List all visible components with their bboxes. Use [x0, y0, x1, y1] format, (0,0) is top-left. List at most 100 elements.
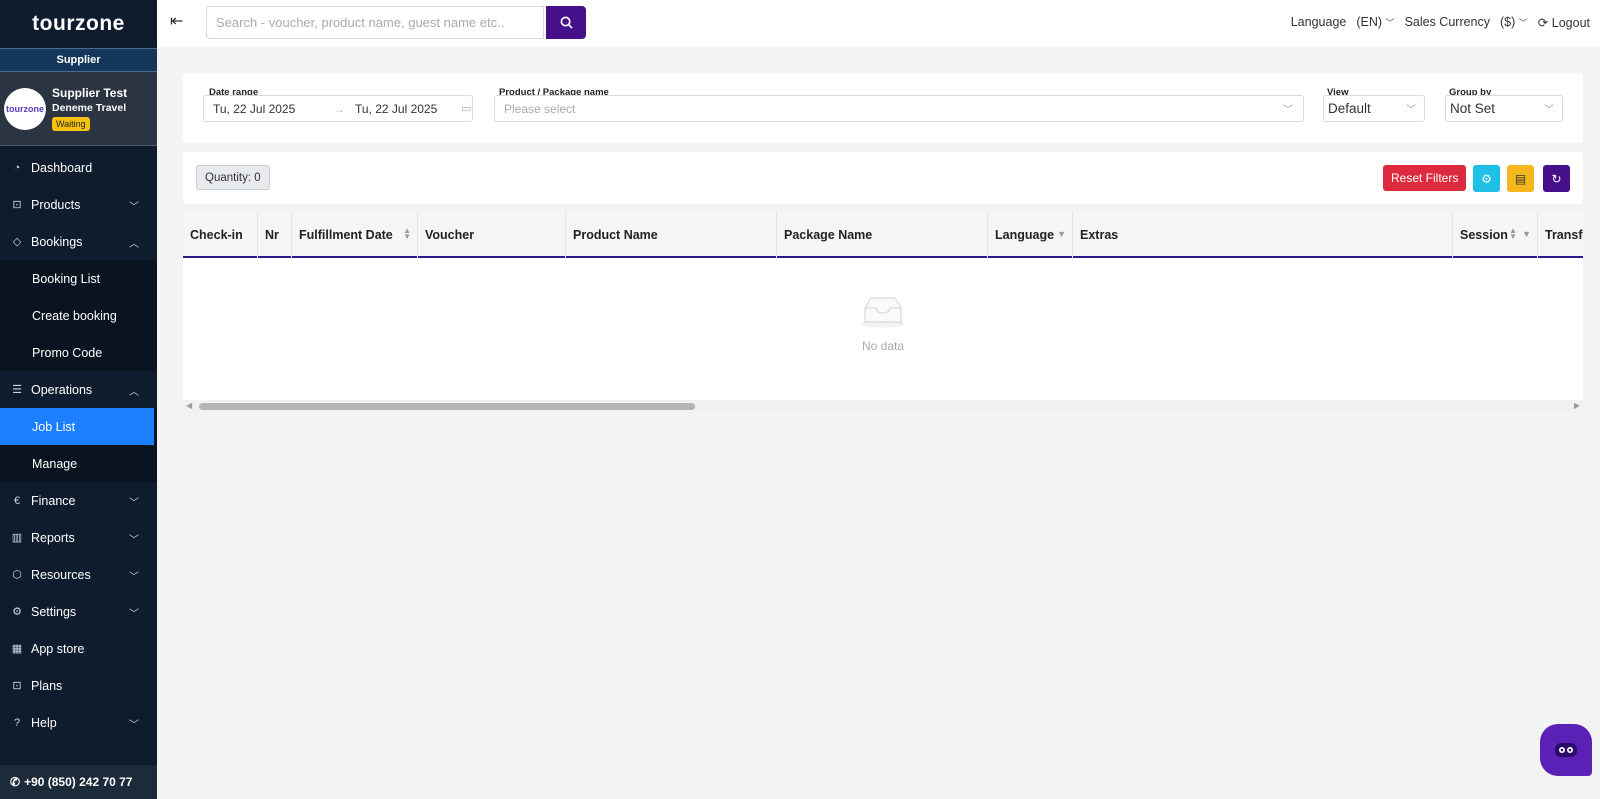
sidebar-item-label: Bookings [31, 234, 83, 249]
scroll-left-icon[interactable]: ◀ [186, 401, 192, 410]
scroll-right-icon[interactable]: ▶ [1574, 401, 1580, 410]
cube-icon: ⬡ [12, 568, 22, 581]
chevron-down-icon: ﹀ [129, 720, 139, 731]
chevron-down-icon: ﹀ [1406, 105, 1416, 116]
support-phone[interactable]: ✆ +90 (850) 242 70 77 [0, 765, 157, 799]
sidebar-item-job-list[interactable]: Job List [0, 408, 154, 445]
language-select[interactable]: (EN) ﹀ [1356, 15, 1394, 30]
horizontal-scrollbar[interactable]: ◀ ▶ [183, 400, 1583, 412]
chevron-down-icon: ﹀ [129, 535, 139, 546]
sidebar-item-label: Reports [31, 530, 75, 545]
chevron-down-icon: ﹀ [129, 572, 139, 583]
sidebar-item-products[interactable]: ⊡ Products ﹀ [0, 186, 157, 223]
logout-label: Logout [1551, 16, 1590, 30]
sidebar-item-booking-list[interactable]: Booking List [0, 260, 157, 297]
profile-company: Deneme Travel [52, 101, 127, 114]
sidebar-item-label: Finance [31, 493, 76, 508]
sidebar-item-label: Resources [31, 567, 91, 582]
column-label: Language [995, 228, 1055, 242]
profile-card[interactable]: tourzone Supplier Test Deneme Travel Wai… [0, 72, 157, 146]
header-actions: Language (EN) ﹀ Sales Currency ($) ﹀ ⟳ L… [1291, 15, 1590, 30]
logout-icon: ⟳ [1537, 16, 1549, 30]
sidebar-item-create-booking[interactable]: Create booking [0, 297, 157, 334]
sidebar-item-promo-code[interactable]: Promo Code [0, 334, 157, 371]
search-input[interactable]: Search - voucher, product name, guest na… [206, 6, 544, 39]
column-header-sortable[interactable]: Fulfillment Date ▲ ▼ [292, 212, 418, 258]
date-from: Tu, 22 Jul 2025 [213, 101, 296, 116]
view-value: Default [1328, 101, 1371, 116]
sidebar-item-label: App store [31, 641, 85, 656]
filter-icon[interactable]: ▼ [1057, 229, 1066, 239]
chevron-down-icon: ﹀ [129, 202, 139, 213]
language-value: (EN) [1356, 15, 1383, 29]
logout-button[interactable]: ⟳ Logout [1538, 15, 1590, 30]
sidebar-item-bookings[interactable]: ◇ Bookings ︿ [0, 223, 157, 260]
search-button[interactable] [546, 6, 586, 39]
column-label: Session [1460, 228, 1508, 242]
sidebar-item-app-store[interactable]: ▦ App store [0, 630, 157, 667]
profile-info: Supplier Test Deneme Travel Waiting [52, 86, 127, 132]
chat-widget-button[interactable] [1540, 724, 1592, 776]
currency-select[interactable]: ($) ﹀ [1500, 15, 1528, 30]
list-icon: ☰ [12, 383, 22, 396]
view-select[interactable]: Default ﹀ [1323, 95, 1425, 122]
scrollbar-thumb[interactable] [199, 403, 695, 410]
sidebar-item-plans[interactable]: ⊡ Plans [0, 667, 157, 704]
column-header[interactable]: Nr [258, 212, 292, 258]
sidebar-item-label: Settings [31, 604, 77, 619]
column-header[interactable]: Package Name [777, 212, 988, 258]
sidebar-item-settings[interactable]: ⚙ Settings ﹀ [0, 593, 157, 630]
chevron-down-icon: ﹀ [1518, 18, 1528, 28]
chatbot-icon [1555, 743, 1577, 757]
sidebar-item-label: Operations [31, 382, 93, 397]
logo[interactable]: tourzone [0, 0, 157, 48]
refresh-button[interactable]: ↻ [1543, 165, 1570, 192]
export-button[interactable]: ▤ [1507, 165, 1534, 192]
sidebar-item-reports[interactable]: ▥ Reports ﹀ [0, 519, 157, 556]
sidebar-item-dashboard[interactable]: ◔ Dashboard [0, 149, 157, 186]
sidebar-item-label: Plans [31, 678, 63, 693]
help-icon: ? [13, 716, 21, 729]
bar-chart-icon: ▥ [11, 531, 23, 544]
gear-icon: ⚙ [1481, 171, 1492, 186]
currency-value: ($) [1500, 15, 1516, 29]
column-label: Fulfillment Date [299, 228, 393, 242]
date-range-picker[interactable]: Tu, 22 Jul 2025 → Tu, 22 Jul 2025 ▭ [203, 95, 473, 122]
sidebar-item-resources[interactable]: ⬡ Resources ﹀ [0, 556, 157, 593]
column-header-sortable[interactable]: Session ▲ ▼ ▼ [1453, 212, 1538, 258]
column-header[interactable]: Check-in [183, 212, 258, 258]
column-header[interactable]: Transfe [1538, 212, 1583, 258]
sidebar-item-manage[interactable]: Manage [0, 445, 157, 482]
sidebar-item-operations[interactable]: ☰ Operations ︿ [0, 371, 157, 408]
column-header[interactable]: Product Name [566, 212, 777, 258]
sidebar-item-finance[interactable]: € Finance ﹀ [0, 482, 157, 519]
dashboard-icon: ◔ [13, 161, 21, 174]
calendar-icon: ▭ [461, 103, 472, 115]
job-list-table: Check-in Nr Fulfillment Date ▲ ▼ Voucher … [183, 212, 1583, 412]
euro-icon: € [13, 494, 21, 507]
menu-toggle-icon[interactable]: ⇤ [170, 11, 183, 31]
reset-filters-button[interactable]: Reset Filters [1383, 165, 1467, 191]
phone-icon: ✆ [10, 775, 21, 789]
group-by-select[interactable]: Not Set ﹀ [1445, 95, 1563, 122]
gear-icon: ⚙ [12, 605, 22, 618]
sidebar-item-label: Products [31, 197, 81, 212]
product-select[interactable]: Please select ﹀ [494, 95, 1304, 122]
group-by-value: Not Set [1450, 101, 1496, 116]
language-label: Language [1290, 15, 1347, 29]
chevron-up-icon: ︿ [129, 387, 139, 398]
column-header[interactable]: Extras [1073, 212, 1453, 258]
sidebar-item-help[interactable]: ? Help ﹀ [0, 704, 157, 741]
chevron-down-icon: ﹀ [129, 498, 139, 509]
bookings-submenu: Booking List Create booking Promo Code [0, 260, 157, 371]
column-header-filterable[interactable]: Language ▼ [988, 212, 1073, 258]
avatar: tourzone [4, 87, 46, 130]
date-to: Tu, 22 Jul 2025 [355, 101, 438, 116]
settings-button[interactable]: ⚙ [1473, 165, 1500, 192]
sort-icon[interactable]: ▲ ▼ [1509, 227, 1517, 241]
bag-icon: ⊡ [12, 679, 22, 692]
currency-label: Sales Currency [1404, 15, 1491, 29]
filter-icon[interactable]: ▼ [1522, 229, 1531, 239]
sort-icon[interactable]: ▲ ▼ [403, 227, 411, 241]
column-header[interactable]: Voucher [418, 212, 566, 258]
